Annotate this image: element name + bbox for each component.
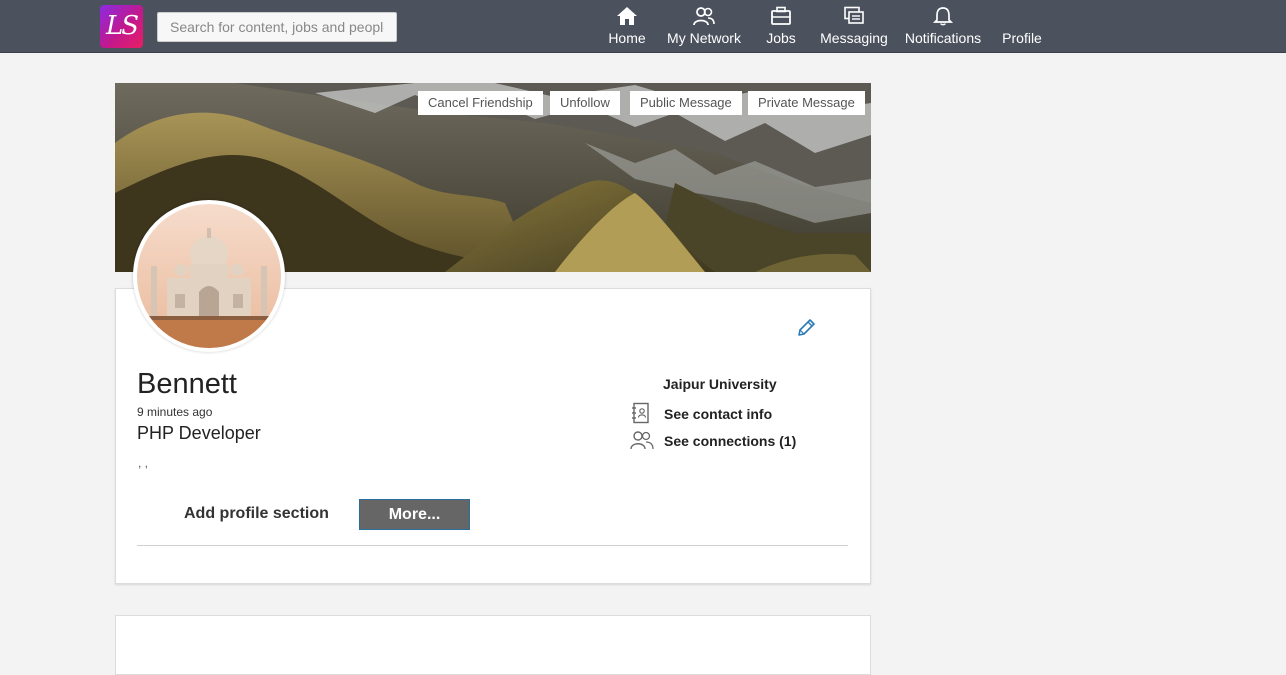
nav-jobs-label: Jobs [766,30,796,46]
profile-location: , , [138,456,149,470]
profile-headline: PHP Developer [137,423,261,443]
messaging-icon [844,6,864,24]
connections-icon [630,431,654,450]
see-connections-label: See connections (1) [664,433,797,449]
nav-home[interactable]: Home [607,6,647,50]
nav-messaging[interactable]: Messaging [819,6,889,50]
nav-profile-label: Profile [1002,30,1042,46]
private-message-button[interactable]: Private Message [748,91,865,115]
see-contact-info-label: See contact info [664,406,773,422]
avatar[interactable] [133,200,285,352]
public-message-button[interactable]: Public Message [630,91,742,115]
nav-profile[interactable]: Profile [1000,6,1044,50]
profile-name: Bennett [137,368,237,400]
nav-home-label: Home [608,30,646,46]
card-divider [137,545,848,546]
more-button[interactable]: More... [359,499,470,530]
unfollow-button[interactable]: Unfollow [550,91,620,115]
nav-messaging-label: Messaging [820,30,888,46]
search-input[interactable] [157,12,397,42]
nav-my-network[interactable]: My Network [665,6,743,50]
profile-icon-placeholder [1011,6,1033,26]
briefcase-icon [771,6,791,25]
home-icon [617,7,637,25]
edit-pencil-icon[interactable] [796,318,816,338]
nav-notifications-label: Notifications [904,30,982,46]
nav-notifications[interactable]: Notifications [903,6,983,50]
updated-time: 9 minutes ago [137,405,213,419]
nav-jobs[interactable]: Jobs [764,6,798,50]
secondary-card [115,615,871,675]
cancel-friendship-button[interactable]: Cancel Friendship [418,91,543,115]
site-logo[interactable]: LS [100,5,143,48]
bell-icon [932,7,954,26]
network-icon [693,7,715,26]
add-profile-section-link[interactable]: Add profile section [184,505,329,523]
top-navbar: LS Home My Network Jobs Messagin [0,0,1286,53]
university-name: Jaipur University [663,376,777,392]
address-book-icon [632,402,649,424]
nav-my-network-label: My Network [667,30,741,46]
